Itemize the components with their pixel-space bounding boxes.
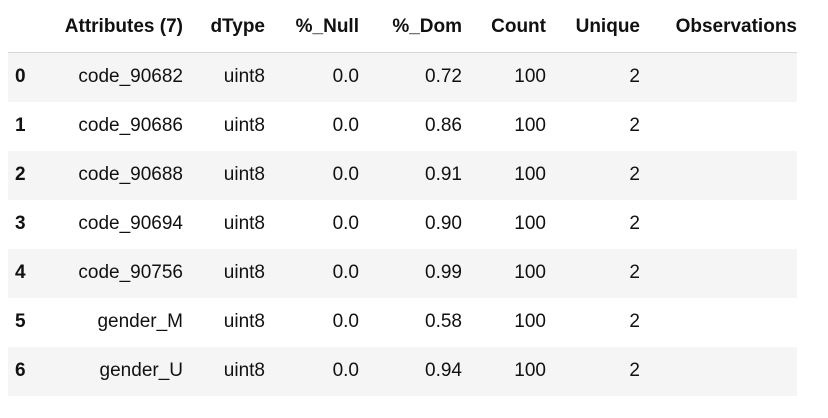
cell-dom: 0.90 (425, 213, 462, 234)
header-row: Attributes (7) dType %_Null %_Dom Count … (8, 2, 797, 53)
cell-dom: 0.94 (425, 360, 462, 381)
table-row: 0 code_90682 uint8 0.0 0.72 100 2 (8, 52, 797, 102)
cell-count: 100 (514, 115, 546, 136)
cell-unique: 2 (629, 115, 640, 136)
table-row: 5 gender_M uint8 0.0 0.58 100 2 (8, 298, 797, 347)
cell-unique: 2 (629, 360, 640, 381)
column-header-attributes: Attributes (7) (64, 16, 183, 37)
column-header-count: Count (491, 16, 546, 37)
row-index: 6 (15, 360, 26, 381)
cell-observations (640, 200, 797, 249)
cell-dtype: uint8 (223, 360, 265, 381)
table-row: 1 code_90686 uint8 0.0 0.86 100 2 (8, 102, 797, 151)
cell-dtype: uint8 (223, 115, 265, 136)
cell-attribute: code_90682 (78, 66, 183, 88)
cell-dtype: uint8 (223, 311, 265, 332)
cell-observations (640, 151, 797, 200)
dataframe-table: Attributes (7) dType %_Null %_Dom Count … (8, 2, 797, 396)
index-header (8, 2, 38, 53)
cell-attribute: code_90688 (78, 164, 183, 185)
column-header-dtype: dType (210, 16, 265, 37)
cell-observations (640, 249, 797, 298)
cell-dtype: uint8 (223, 164, 265, 185)
cell-dtype: uint8 (223, 213, 265, 234)
cell-attribute: code_90694 (78, 213, 183, 234)
row-index: 3 (15, 213, 26, 234)
cell-count: 100 (514, 360, 546, 381)
column-header-dom: %_Dom (392, 16, 462, 37)
cell-count: 100 (514, 262, 546, 283)
cell-null: 0.0 (332, 262, 359, 283)
cell-count: 100 (514, 66, 546, 88)
cell-null: 0.0 (332, 164, 359, 185)
cell-attribute: gender_M (97, 311, 183, 332)
table-row: 6 gender_U uint8 0.0 0.94 100 2 (8, 346, 797, 396)
column-header-null: %_Null (295, 16, 359, 37)
cell-count: 100 (514, 164, 546, 185)
cell-dom: 0.72 (425, 66, 462, 88)
row-index: 1 (15, 115, 26, 136)
cell-null: 0.0 (332, 115, 359, 136)
table-row: 2 code_90688 uint8 0.0 0.91 100 2 (8, 150, 797, 200)
cell-unique: 2 (629, 311, 640, 332)
cell-unique: 2 (629, 164, 640, 185)
cell-observations (640, 102, 797, 151)
cell-dom: 0.86 (425, 115, 462, 136)
cell-observations (640, 298, 797, 347)
column-header-observations: Observations (675, 16, 797, 37)
cell-dtype: uint8 (223, 262, 265, 283)
cell-observations (640, 347, 797, 396)
cell-observations (640, 53, 797, 102)
cell-unique: 2 (629, 262, 640, 283)
table-body: 0 code_90682 uint8 0.0 0.72 100 2 1 code… (8, 52, 797, 396)
cell-unique: 2 (629, 66, 640, 88)
cell-null: 0.0 (332, 311, 359, 332)
column-header-unique: Unique (575, 16, 640, 37)
table-row: 4 code_90756 uint8 0.0 0.99 100 2 (8, 248, 797, 298)
row-index: 0 (15, 66, 26, 88)
cell-unique: 2 (629, 213, 640, 234)
cell-attribute: gender_U (99, 360, 183, 381)
cell-attribute: code_90756 (78, 262, 183, 283)
cell-count: 100 (514, 311, 546, 332)
cell-dom: 0.91 (425, 164, 462, 185)
cell-dtype: uint8 (223, 66, 265, 88)
cell-null: 0.0 (332, 360, 359, 381)
cell-null: 0.0 (332, 213, 359, 234)
cell-dom: 0.99 (425, 262, 462, 283)
cell-count: 100 (514, 213, 546, 234)
cell-null: 0.0 (332, 66, 359, 88)
row-index: 4 (15, 262, 26, 283)
table-row: 3 code_90694 uint8 0.0 0.90 100 2 (8, 200, 797, 249)
row-index: 2 (15, 164, 26, 185)
cell-attribute: code_90686 (78, 115, 183, 136)
cell-dom: 0.58 (425, 311, 462, 332)
row-index: 5 (15, 311, 26, 332)
table-header: Attributes (7) dType %_Null %_Dom Count … (8, 2, 797, 53)
